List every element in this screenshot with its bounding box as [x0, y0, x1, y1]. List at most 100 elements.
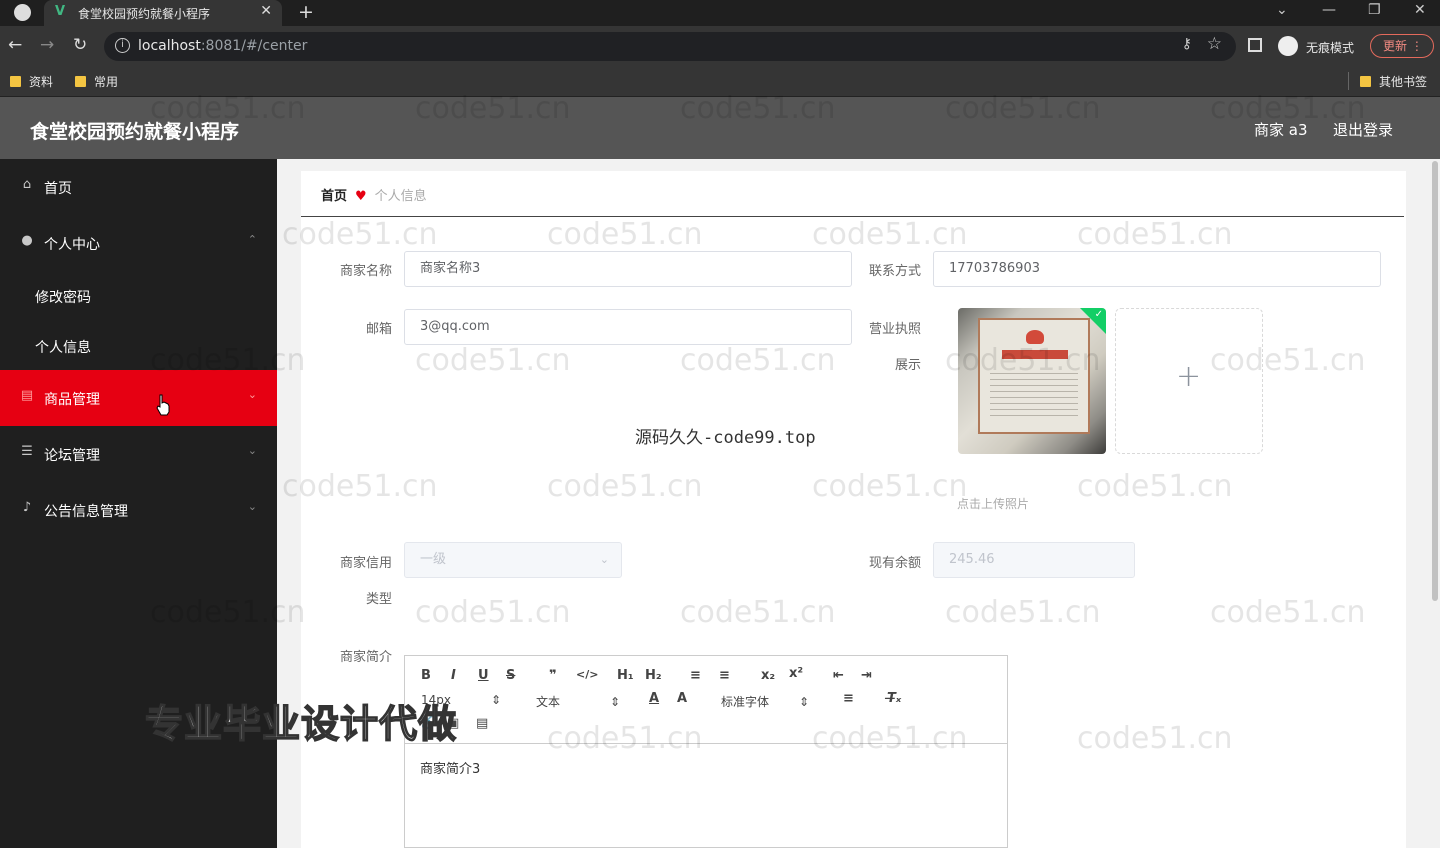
- rich-text-editor[interactable]: B I U S ❞ </> H₁ H₂ ≡ ≡ x₂ x² ⇤ ⇥ 14px ⇕ …: [404, 655, 1008, 848]
- contact-input[interactable]: 17703786903: [933, 251, 1381, 287]
- sidebar-item-change-password[interactable]: 修改密码: [0, 271, 277, 321]
- underline-icon[interactable]: U: [478, 668, 489, 683]
- folder-icon: [75, 76, 86, 87]
- chevron-down-icon: ⌄: [599, 553, 609, 566]
- email-input[interactable]: 3@qq.com: [404, 309, 852, 345]
- bold-icon[interactable]: B: [421, 668, 431, 683]
- align-icon[interactable]: ≡: [843, 691, 854, 706]
- email-label: 邮箱: [365, 322, 392, 337]
- site-info-icon[interactable]: i: [115, 38, 130, 53]
- sidebar-item-personal-center[interactable]: ● 个人中心 ⌃: [0, 215, 277, 271]
- app-header: 食堂校园预约就餐小程序 商家 a3 退出登录: [0, 97, 1440, 159]
- browser-logo-icon: [14, 4, 31, 21]
- sidebar-item-forum-management[interactable]: ☰ 论坛管理 ⌄: [0, 426, 277, 482]
- sidebar-item-label: 公告信息管理: [44, 504, 128, 520]
- chevron-down-icon: ⌄: [247, 444, 257, 457]
- credit-label-line2: 类型: [365, 592, 392, 607]
- divider: [301, 216, 1404, 217]
- sidebar-item-label: 个人信息: [35, 340, 91, 356]
- password-key-icon[interactable]: ⚷: [1182, 36, 1192, 52]
- user-icon: ●: [21, 233, 33, 248]
- breadcrumb-current: 个人信息: [374, 189, 427, 204]
- vue-favicon-icon: V: [55, 4, 66, 19]
- url-field[interactable]: i localhost:8081/#/center ⚷ ☆: [104, 32, 1236, 61]
- indent-icon[interactable]: ⇥: [861, 668, 872, 683]
- balance-input[interactable]: 245.46: [933, 542, 1135, 578]
- sidebar-item-label: 商品管理: [44, 392, 100, 408]
- close-window-icon[interactable]: ✕: [1414, 2, 1426, 18]
- new-tab-icon[interactable]: +: [298, 1, 314, 23]
- reload-icon[interactable]: ↻: [73, 35, 87, 55]
- forward-icon[interactable]: →: [40, 35, 54, 55]
- side-panel-icon[interactable]: [1248, 38, 1262, 52]
- watermark-banner: 专业毕业设计代做: [144, 701, 458, 747]
- browser-tab-bar: V 食堂校园预约就餐小程序 ✕ + ⌄ — ❐ ✕: [0, 0, 1440, 26]
- chevron-up-icon: ⌃: [247, 233, 257, 246]
- outdent-icon[interactable]: ⇤: [833, 668, 844, 683]
- home-icon: ⌂: [22, 177, 32, 192]
- chevron-down-icon: ⌄: [247, 500, 257, 513]
- header1-icon[interactable]: H₁: [617, 668, 634, 683]
- intro-label: 商家简介: [339, 650, 392, 665]
- chat-icon: ▤: [20, 388, 34, 403]
- breadcrumb-home[interactable]: 首页: [321, 189, 347, 204]
- profile-panel: 首页 ♥ 个人信息 商家名称 商家名称3 联系方式 17703786903 邮箱 3…: [301, 171, 1406, 848]
- tab-search-icon[interactable]: ⌄: [1276, 2, 1288, 18]
- sidebar-item-home[interactable]: ⌂ 首页: [0, 159, 277, 215]
- license-title-bar: [1002, 350, 1068, 359]
- tab-title: 食堂校园预约就餐小程序: [78, 7, 211, 21]
- subscript-icon[interactable]: x₂: [761, 668, 775, 683]
- strike-icon[interactable]: S: [506, 668, 515, 683]
- format-select[interactable]: 文本 ⇕: [536, 693, 620, 710]
- minimize-icon[interactable]: —: [1322, 2, 1336, 18]
- bookmark-star-icon[interactable]: ☆: [1207, 34, 1222, 54]
- blockquote-icon[interactable]: ❞: [549, 668, 557, 683]
- superscript-icon[interactable]: x²: [789, 666, 803, 681]
- font-color-icon[interactable]: A: [649, 691, 659, 706]
- app-title: 食堂校园预约就餐小程序: [30, 121, 240, 143]
- video-icon[interactable]: ▤: [476, 716, 488, 731]
- upload-button[interactable]: +: [1115, 308, 1263, 454]
- logout-link[interactable]: 退出登录: [1333, 119, 1393, 140]
- bullet-list-icon[interactable]: ≡: [719, 668, 730, 683]
- current-user: 商家 a3: [1254, 121, 1308, 139]
- credit-type-select[interactable]: 一级 ⌄: [404, 542, 622, 578]
- bookmarks-bar: 资料 常用 其他书签: [0, 66, 1440, 97]
- other-bookmarks[interactable]: 其他书签: [1360, 73, 1427, 90]
- code-icon[interactable]: </>: [576, 668, 598, 681]
- list-icon: ☰: [21, 444, 33, 459]
- sidebar-item-label: 修改密码: [35, 290, 91, 306]
- bookmark-folder[interactable]: 常用: [75, 73, 118, 90]
- ordered-list-icon[interactable]: ≡: [690, 668, 701, 683]
- close-tab-icon[interactable]: ✕: [260, 3, 272, 19]
- incognito-label: 无痕模式: [1306, 41, 1355, 55]
- browser-tab[interactable]: V 食堂校园预约就餐小程序 ✕: [44, 0, 282, 26]
- folder-icon: [10, 76, 21, 87]
- upload-hint: 点击上传照片: [957, 497, 1030, 511]
- license-label: 营业执照: [868, 322, 921, 337]
- shop-name-input[interactable]: 商家名称3: [404, 251, 852, 287]
- italic-icon[interactable]: I: [451, 668, 456, 683]
- background-color-icon[interactable]: A: [677, 691, 687, 706]
- mic-icon: ♪: [22, 500, 32, 515]
- sidebar-item-goods-management[interactable]: ▤ 商品管理 ⌄: [0, 370, 277, 426]
- font-family-select[interactable]: 标准字体 ⇕: [721, 693, 809, 710]
- page-scrollbar[interactable]: [1430, 159, 1440, 848]
- update-button[interactable]: 更新 ⋮: [1370, 34, 1434, 58]
- check-icon: ✓: [1094, 309, 1103, 320]
- back-icon[interactable]: ←: [8, 35, 22, 55]
- restore-icon[interactable]: ❐: [1368, 2, 1381, 18]
- emblem-icon: [1026, 330, 1044, 344]
- watermark-text: 源码久久-code99.top: [635, 428, 816, 448]
- sidebar-item-personal-info[interactable]: 个人信息: [0, 321, 277, 371]
- clear-format-icon[interactable]: T̶ₓ: [887, 691, 901, 706]
- sidebar-item-notice-management[interactable]: ♪ 公告信息管理 ⌄: [0, 482, 277, 538]
- url-text: localhost:8081/#/center: [138, 38, 308, 54]
- bookmark-folder[interactable]: 资料: [10, 73, 53, 90]
- balance-label: 现有余额: [868, 556, 921, 571]
- header2-icon[interactable]: H₂: [645, 668, 662, 683]
- sidebar-item-label: 论坛管理: [44, 448, 100, 464]
- license-photo[interactable]: ✓: [958, 308, 1106, 454]
- scrollbar-thumb[interactable]: [1432, 161, 1438, 601]
- editor-content[interactable]: 商家简介3: [420, 758, 480, 777]
